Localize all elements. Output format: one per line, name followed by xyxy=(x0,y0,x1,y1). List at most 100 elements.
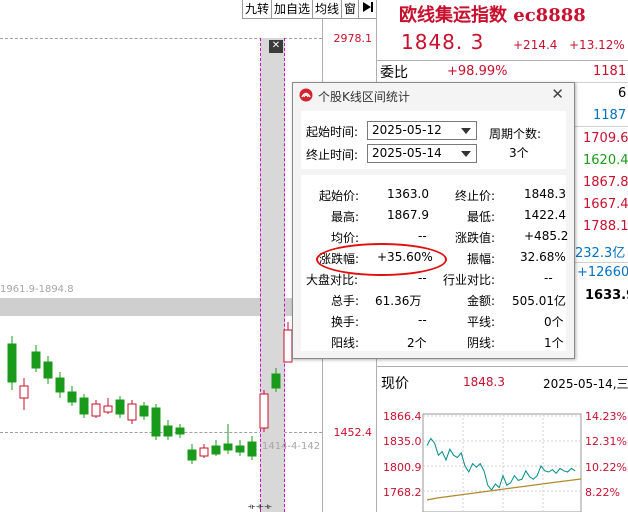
weibi-pct: +98.99% xyxy=(447,64,508,79)
amount-label: 金额: xyxy=(467,294,496,308)
start-time-select[interactable]: 2025-05-12 xyxy=(367,121,477,140)
volume-label: 总手: xyxy=(331,294,360,308)
end-time-select[interactable]: 2025-05-14 xyxy=(367,144,477,163)
high-value: 1867.9 xyxy=(387,208,429,222)
close-icon[interactable]: ✕ xyxy=(551,85,564,103)
candlesticks xyxy=(7,322,293,464)
last-price: 1848. 3 xyxy=(401,30,485,54)
now-date: 2025-05-14,三 xyxy=(543,377,628,391)
candle-body xyxy=(235,445,245,453)
price-label-bottom: 1452.4 xyxy=(333,426,373,439)
candle-body xyxy=(19,385,29,399)
candle-body xyxy=(223,443,233,451)
candle-body xyxy=(199,447,209,457)
quote-row-9: +12660 xyxy=(577,265,628,280)
quote-row-2: 1187 xyxy=(593,108,627,123)
period-count-value: 3个 xyxy=(509,146,529,160)
open-label: 起始价: xyxy=(319,189,360,203)
amount-value: 505.01亿 xyxy=(512,294,566,308)
candle-body xyxy=(211,445,221,455)
quote-row-5: 1867.8 xyxy=(583,175,628,190)
open-value: 1363.0 xyxy=(387,187,429,201)
volume-value: 61.36万 xyxy=(375,294,422,308)
period-count-label: 周期个数: xyxy=(489,127,542,141)
weibi-label: 委比 xyxy=(380,65,408,81)
industry-compare-value: -- xyxy=(544,271,553,285)
add-watchlist-button[interactable]: 加自选 xyxy=(270,0,312,19)
mini-price-4: 1768.2 xyxy=(383,486,422,499)
header-divider xyxy=(377,60,628,61)
yin-label: 阴线: xyxy=(467,336,496,350)
start-time-value: 2025-05-12 xyxy=(372,123,442,137)
candle-body xyxy=(283,329,293,363)
candle-body xyxy=(247,441,257,457)
price-change: +214.4 xyxy=(513,38,558,52)
now-price: 1848.3 xyxy=(463,375,505,389)
high-label: 最高: xyxy=(331,210,360,224)
low-label: 最低: xyxy=(467,210,496,224)
mini-pct-2: 12.31% xyxy=(585,435,627,448)
mini-price-1: 1866.4 xyxy=(383,410,422,423)
quote-row-7: 1788.1 xyxy=(583,219,628,234)
candle-body xyxy=(175,427,185,435)
window-button[interactable]: 窗 xyxy=(340,0,358,19)
quote-row-1: 6 xyxy=(618,86,627,101)
candle-body xyxy=(43,361,53,379)
mini-price-3: 1800.9 xyxy=(383,461,422,474)
yin-value: 1个 xyxy=(544,336,564,350)
instrument-title: 欧线集运指数 ec8888 xyxy=(399,5,586,26)
candle-body xyxy=(151,407,161,437)
range-stats-dialog: 个股K线区间统计 ✕ 起始时间: 2025-05-12 终止时间: 2025-0… xyxy=(292,82,575,359)
start-time-label: 起始时间: xyxy=(306,125,359,139)
chart-toolbar: 九转 加自选 均线 窗 xyxy=(241,0,376,19)
time-range-section: 起始时间: 2025-05-12 终止时间: 2025-05-14 周期个数: … xyxy=(301,111,566,169)
mini-pct-4: 8.22% xyxy=(585,486,620,499)
candle-body xyxy=(91,403,101,417)
candle-body xyxy=(187,449,197,461)
candle-body xyxy=(127,403,137,421)
flat-value: 0个 xyxy=(544,315,564,329)
arrow-right-bar-icon[interactable] xyxy=(358,0,376,19)
stock-logo-icon xyxy=(299,88,313,102)
quote-row-8: 232.3亿 xyxy=(575,246,626,261)
chevron-down-icon xyxy=(461,151,471,157)
close-label: 终止价: xyxy=(455,189,496,203)
weibi-value: 1181 xyxy=(593,64,627,79)
amplitude-value: 32.68% xyxy=(520,250,566,264)
highlight-ring xyxy=(316,243,447,276)
change-value-label: 涨跌值: xyxy=(455,231,496,245)
candle-body xyxy=(67,391,77,403)
dialog-title: 个股K线区间统计 xyxy=(318,90,410,104)
jiuzhuan-button[interactable]: 九转 xyxy=(241,0,271,19)
end-time-value: 2025-05-14 xyxy=(372,146,442,160)
candle-body xyxy=(31,351,41,369)
turnover-value: -- xyxy=(418,313,427,327)
market-compare-value: -- xyxy=(418,271,427,285)
quote-row-3: 1709.6 xyxy=(583,131,628,146)
dialog-titlebar[interactable]: 个股K线区间统计 ✕ xyxy=(293,83,574,107)
yang-value: 2个 xyxy=(407,336,427,350)
quote-row-6: 1667.4 xyxy=(583,197,628,212)
mini-price-2: 1835.0 xyxy=(383,435,422,448)
flat-label: 平线: xyxy=(467,315,496,329)
mini-avg-line xyxy=(426,478,582,501)
scroll-marks[interactable]: ⟛⟛⟛ xyxy=(248,502,273,512)
mini-pct-1: 14.23% xyxy=(585,410,627,423)
quote-row-10: 1633.9 xyxy=(585,288,628,303)
mini-pct-3: 10.22% xyxy=(585,461,627,474)
end-time-label: 终止时间: xyxy=(306,148,359,162)
candle-body xyxy=(7,343,17,383)
amplitude-label: 振幅: xyxy=(467,252,496,266)
candle-body xyxy=(163,425,173,437)
candle-body xyxy=(139,405,149,417)
now-price-label: 现价 xyxy=(381,376,409,392)
low-value: 1422.4 xyxy=(524,208,566,222)
candle-body xyxy=(115,399,125,415)
avg-value: -- xyxy=(418,229,427,243)
row-divider xyxy=(377,366,628,367)
quote-row-4: 1620.4 xyxy=(583,153,628,168)
candle-body xyxy=(79,397,89,415)
industry-compare-label: 行业对比: xyxy=(443,273,496,287)
moving-average-button[interactable]: 均线 xyxy=(311,0,341,19)
close-value: 1848.3 xyxy=(524,187,566,201)
